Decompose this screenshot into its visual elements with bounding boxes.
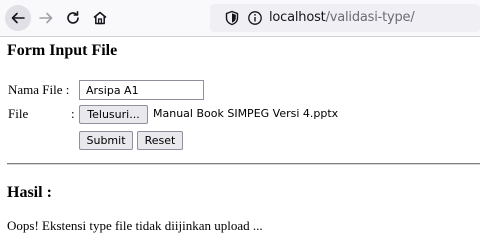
reload-icon	[67, 11, 79, 24]
back-arrow-icon	[11, 12, 25, 24]
file-label: File	[8, 106, 29, 121]
shield-icon[interactable]	[224, 10, 240, 26]
forward-button[interactable]	[33, 5, 59, 31]
browser-toolbar: localhost/validasi-type/	[0, 0, 480, 36]
form-title: Form Input File	[7, 42, 118, 59]
home-button[interactable]	[87, 5, 113, 31]
back-button[interactable]	[5, 5, 31, 31]
info-icon[interactable]	[247, 10, 263, 26]
home-icon	[93, 11, 107, 25]
divider	[7, 163, 480, 165]
result-title: Hasil :	[7, 184, 52, 201]
browse-file-button[interactable]: Telusuri...	[79, 105, 148, 124]
url-path: /validasi-type/	[325, 10, 415, 25]
selected-file-name: Manual Book SIMPEG Versi 4.pptx	[153, 107, 339, 120]
nama-file-input[interactable]	[79, 80, 204, 100]
address-bar[interactable]: localhost/validasi-type/	[210, 4, 480, 32]
forward-arrow-icon	[39, 12, 53, 24]
submit-button[interactable]: Submit	[79, 131, 133, 150]
reset-button[interactable]: Reset	[137, 131, 183, 150]
url-host: localhost	[269, 10, 326, 25]
url-text[interactable]: localhost/validasi-type/	[269, 10, 415, 25]
nama-file-label: Nama File :	[8, 82, 70, 97]
result-message: Oops! Ekstensi type file tidak diijinkan…	[7, 218, 263, 233]
file-label-colon: :	[71, 106, 75, 121]
reload-button[interactable]	[60, 5, 86, 31]
toolbar-divider	[0, 36, 480, 37]
